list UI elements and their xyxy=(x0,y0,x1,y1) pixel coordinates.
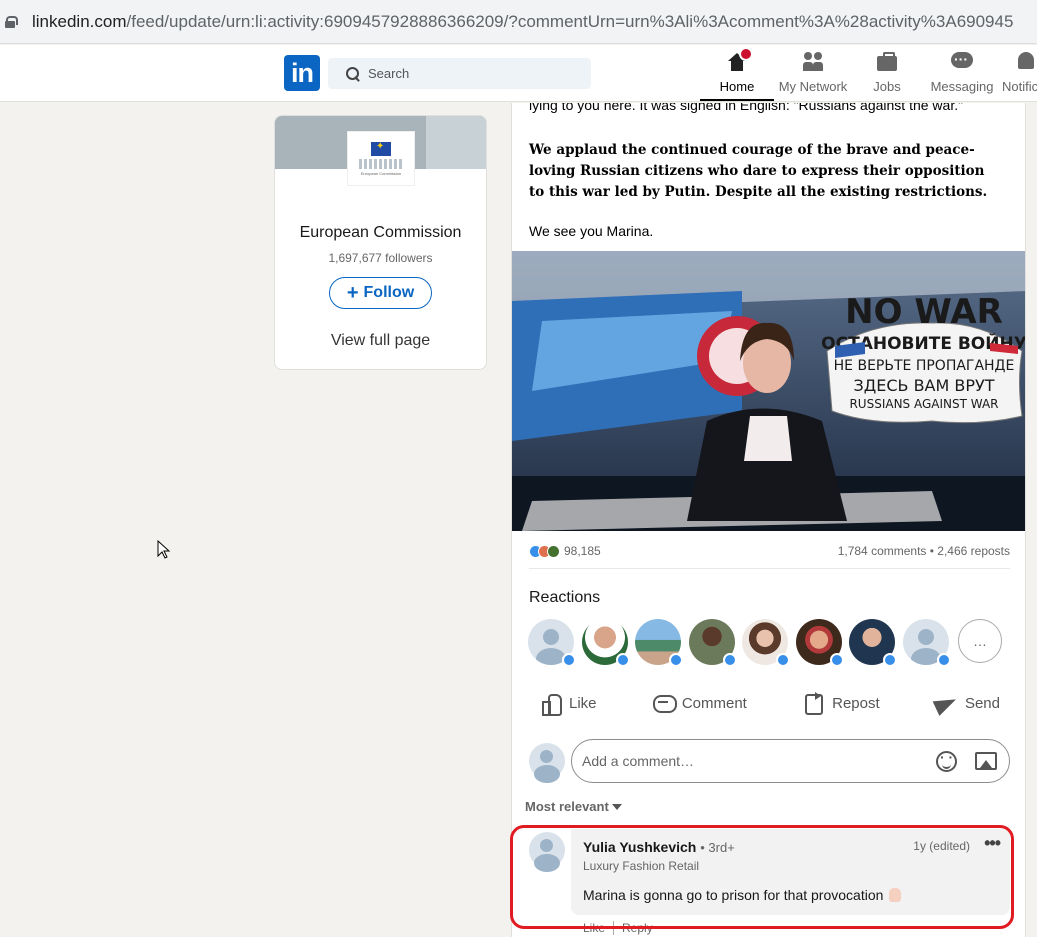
like-label: Like xyxy=(569,694,597,712)
nav-notifications[interactable]: Notifications xyxy=(998,51,1037,101)
reaction-icons[interactable] xyxy=(529,544,560,558)
send-icon xyxy=(935,692,957,714)
sign-line-4: ЗДЕСЬ ВАМ ВРУТ xyxy=(853,376,994,395)
reactor-avatar[interactable] xyxy=(688,619,737,667)
sort-label: Most relevant xyxy=(525,799,609,814)
post-text-bold: We applaud the continued courage of the … xyxy=(529,142,988,200)
org-name[interactable]: European Commission xyxy=(275,224,486,242)
add-comment-row: Add a comment… xyxy=(529,739,1010,783)
organization-card: European Commission European Commission … xyxy=(274,115,487,370)
image-icon[interactable] xyxy=(975,752,997,770)
mouse-cursor-icon xyxy=(157,540,171,559)
comment-placeholder: Add a comment… xyxy=(582,753,695,769)
reactor-avatars: … xyxy=(528,619,1002,667)
comment-button[interactable]: Comment xyxy=(642,686,757,720)
top-nav: in Search Home My Network Jobs Messaging… xyxy=(0,45,1037,102)
url-text[interactable]: linkedin.com/feed/update/urn:li:activity… xyxy=(32,12,1013,32)
nav-home-label: Home xyxy=(719,79,755,94)
search-icon xyxy=(346,66,360,81)
building-icon xyxy=(359,158,403,169)
reactor-avatar[interactable] xyxy=(742,619,790,667)
repost-icon xyxy=(802,692,824,715)
post-text-cut: lying to you here. It was signed in Engl… xyxy=(529,103,964,113)
nav-jobs[interactable]: Jobs xyxy=(855,51,919,101)
briefcase-icon xyxy=(875,51,899,73)
like-badge-icon xyxy=(562,653,576,667)
more-reactions-button[interactable]: … xyxy=(958,619,1002,663)
notification-badge xyxy=(739,47,753,61)
nav-jobs-label: Jobs xyxy=(873,79,901,94)
follow-button[interactable]: + Follow xyxy=(329,277,432,309)
highlight-box xyxy=(510,825,1014,929)
follow-label: Follow xyxy=(363,284,415,301)
post-actions: Like Comment Repost Send xyxy=(529,686,1010,720)
emoji-icon[interactable] xyxy=(936,749,957,772)
url-domain: linkedin.com xyxy=(32,11,127,31)
like-badge-icon xyxy=(776,653,790,667)
like-badge-icon xyxy=(722,653,737,667)
repost-button[interactable]: Repost xyxy=(792,686,890,720)
reactor-avatar[interactable] xyxy=(795,619,844,667)
comment-icon xyxy=(652,692,677,714)
nav-notifications-label: Notifications xyxy=(1002,79,1037,94)
thumbs-up-icon xyxy=(539,692,562,716)
comment-input[interactable]: Add a comment… xyxy=(571,739,1010,783)
org-followers: 1,697,677 followers xyxy=(328,251,433,265)
comment-label: Comment xyxy=(681,694,747,712)
anchor-shirt xyxy=(744,416,792,461)
send-label: Send xyxy=(964,694,1000,712)
repost-label: Repost xyxy=(832,694,880,712)
support-reaction-icon xyxy=(547,544,560,558)
chat-icon xyxy=(950,51,974,73)
post-text-closing: We see you Marina. xyxy=(529,223,654,239)
org-logo[interactable]: European Commission xyxy=(347,131,415,186)
like-badge-icon xyxy=(615,653,630,667)
plus-icon: + xyxy=(346,282,359,304)
search-input[interactable]: Search xyxy=(328,58,591,89)
like-badge-icon xyxy=(669,653,683,667)
view-full-page-link[interactable]: View full page xyxy=(275,332,486,350)
send-button[interactable]: Send xyxy=(925,686,1010,720)
nav-home[interactable]: Home xyxy=(700,47,774,101)
people-icon xyxy=(801,51,825,73)
social-counts: 98,185 1,784 comments • 2,466 reposts xyxy=(529,541,1010,561)
comments-reposts-count[interactable]: 1,784 comments • 2,466 reposts xyxy=(838,544,1010,558)
sign-line-5: RUSSIANS AGAINST WAR xyxy=(849,397,998,411)
divider xyxy=(529,568,1010,569)
org-logo-text: European Commission xyxy=(360,170,402,176)
like-button[interactable]: Like xyxy=(529,686,607,720)
nav-my-network-label: My Network xyxy=(778,79,848,94)
comment-sort-dropdown[interactable]: Most relevant xyxy=(525,799,622,814)
post-image[interactable]: NO WAR ОСТАНОВИТЕ ВОЙНУ НЕ ВЕРЬТЕ ПРОПАГ… xyxy=(512,251,1026,531)
nav-messaging[interactable]: Messaging xyxy=(926,51,998,101)
caret-down-icon xyxy=(611,803,622,810)
reactor-avatar[interactable] xyxy=(581,619,630,667)
eu-flag-icon xyxy=(371,141,391,156)
linkedin-logo[interactable]: in xyxy=(284,55,320,91)
nav-my-network[interactable]: My Network xyxy=(775,51,851,101)
sign-line-3: НЕ ВЕРЬТЕ ПРОПАГАНДЕ xyxy=(834,358,1015,374)
my-avatar[interactable] xyxy=(529,743,565,783)
sign-line-1: NO WAR xyxy=(845,292,1003,332)
reactor-avatar[interactable] xyxy=(902,619,951,667)
browser-address-bar[interactable]: linkedin.com/feed/update/urn:li:activity… xyxy=(0,0,1037,44)
reactor-avatar[interactable] xyxy=(635,619,683,667)
lock-icon xyxy=(5,15,18,28)
url-path: /feed/update/urn:li:activity:69094579288… xyxy=(126,11,1014,31)
like-badge-icon xyxy=(883,653,897,667)
search-placeholder: Search xyxy=(368,66,410,81)
like-badge-icon xyxy=(936,653,951,667)
reactions-title: Reactions xyxy=(529,589,601,606)
post-card: lying to you here. It was signed in Engl… xyxy=(511,103,1026,937)
reactor-avatar[interactable] xyxy=(849,619,897,667)
reaction-count[interactable]: 98,185 xyxy=(564,544,601,558)
nav-messaging-label: Messaging xyxy=(930,79,994,94)
reactor-avatar[interactable] xyxy=(528,619,576,667)
like-badge-icon xyxy=(829,653,844,667)
bell-icon xyxy=(1016,51,1037,73)
